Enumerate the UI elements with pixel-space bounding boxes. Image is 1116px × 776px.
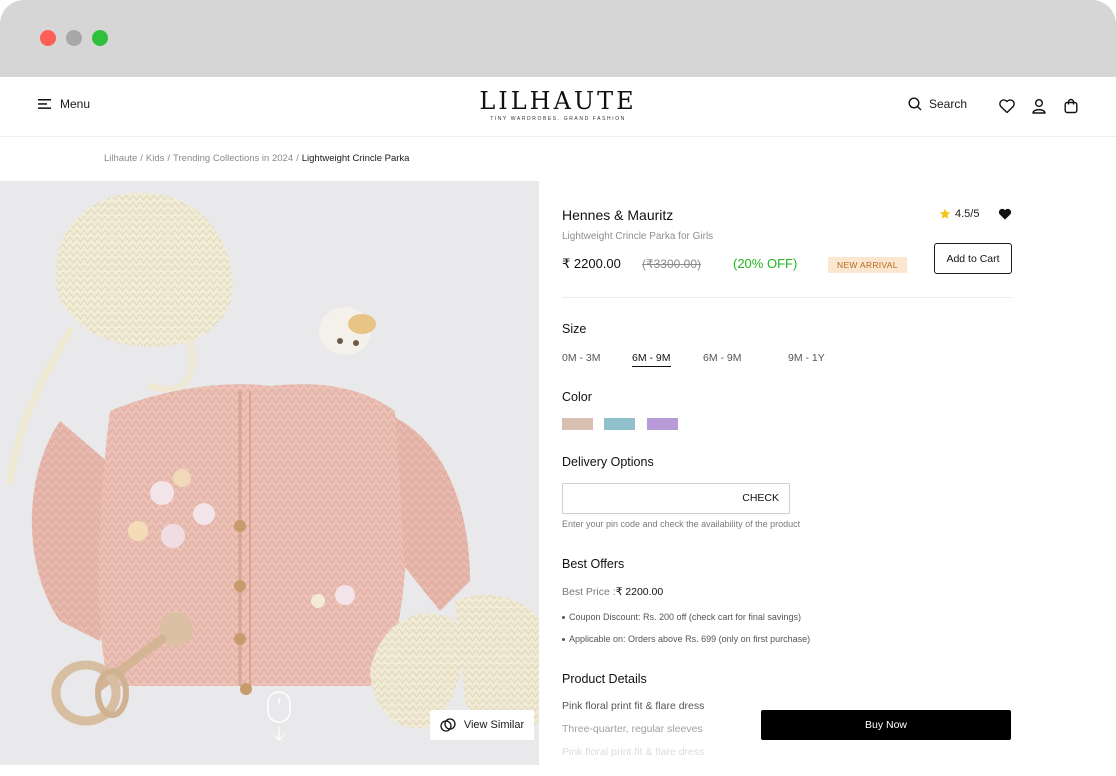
delivery-title: Delivery Options xyxy=(562,455,654,469)
delivery-hint: Enter your pin code and check the availa… xyxy=(562,519,801,529)
search-label: Search xyxy=(929,97,968,111)
logo-wordmark: LILHAUTE xyxy=(479,87,637,115)
heart-icon[interactable] xyxy=(998,97,1016,115)
product-detail-line: Pink floral print fit & flare dress xyxy=(562,700,705,712)
size-options: 0M - 3M 6M - 9M 6M - 9M 9M - 1Y xyxy=(562,352,825,368)
product-subtitle: Lightweight Crincle Parka for Girls xyxy=(562,231,714,242)
offer-item: Coupon Discount: Rs. 200 off (check cart… xyxy=(562,612,801,622)
maximize-window-button[interactable] xyxy=(92,30,108,46)
breadcrumb-link[interactable]: Trending Collections in 2024 xyxy=(173,153,293,164)
product-image[interactable]: View Similar xyxy=(0,181,539,765)
menu-button[interactable]: Menu xyxy=(38,97,90,111)
menu-label: Menu xyxy=(60,97,91,111)
view-similar-label: View Similar xyxy=(463,719,525,731)
best-price: Best Price :₹ 2200.00 xyxy=(562,586,663,598)
offer-text: Coupon Discount: Rs. 200 off (check cart… xyxy=(569,612,801,622)
bullet-icon xyxy=(562,616,565,620)
size-option-label: 6M - 9M xyxy=(632,352,671,367)
site-header: Menu LILHAUTE TINY WARDROBES. GRAND FASH… xyxy=(0,77,1116,137)
product-detail-line: Pink floral print fit & flare dress xyxy=(562,746,705,758)
product-rating: 4.5/5 xyxy=(939,208,979,220)
product-brand: Hennes & Mauritz xyxy=(562,207,674,223)
breadcrumb-link[interactable]: Kids xyxy=(146,153,164,164)
mouse-scroll-icon xyxy=(267,691,291,741)
offer-item: Applicable on: Orders above Rs. 699 (onl… xyxy=(562,634,810,644)
logo-tagline: TINY WARDROBES. GRAND FASHION xyxy=(490,116,626,122)
check-pincode-button[interactable]: CHECK xyxy=(742,492,779,504)
product-photo-illustration xyxy=(0,181,539,765)
best-offers-title: Best Offers xyxy=(562,557,625,571)
product-price: ₹ 2200.00 xyxy=(562,256,621,271)
color-title: Color xyxy=(562,390,592,404)
size-option-6m-9m-selected[interactable]: 6M - 9M xyxy=(632,352,703,368)
color-swatch-lavender[interactable] xyxy=(647,418,678,430)
size-option-9m-1y[interactable]: 9M - 1Y xyxy=(788,352,825,368)
user-icon[interactable] xyxy=(1030,97,1048,115)
new-arrival-badge: NEW ARRIVAL xyxy=(828,257,907,273)
divider xyxy=(562,297,1012,298)
scroll-down-hint[interactable] xyxy=(267,691,291,748)
view-similar-icon xyxy=(440,718,456,732)
search-icon xyxy=(908,97,922,111)
breadcrumb-separator: / xyxy=(167,153,171,164)
breadcrumb-link[interactable]: Lilhaute xyxy=(104,153,137,164)
view-similar-button[interactable]: View Similar xyxy=(430,710,534,740)
original-price: (₹3300.00) xyxy=(642,257,702,271)
browser-window: Menu LILHAUTE TINY WARDROBES. GRAND FASH… xyxy=(0,0,1116,776)
best-price-label: Best Price : xyxy=(562,586,616,598)
hamburger-icon xyxy=(38,99,51,109)
discount-label: (20% OFF) xyxy=(733,256,798,271)
close-window-button[interactable] xyxy=(40,30,56,46)
best-price-value: ₹ 2200.00 xyxy=(615,586,664,598)
minimize-window-button[interactable] xyxy=(66,30,82,46)
rating-value: 4.5/5 xyxy=(955,208,980,220)
color-swatch-teal[interactable] xyxy=(604,418,635,430)
pincode-input[interactable] xyxy=(569,489,729,509)
breadcrumb-separator: / xyxy=(140,153,143,164)
offer-text: Applicable on: Orders above Rs. 699 (onl… xyxy=(569,634,811,644)
site-logo[interactable]: LILHAUTE TINY WARDROBES. GRAND FASHION xyxy=(458,87,658,122)
size-title: Size xyxy=(562,322,587,336)
product-details-title: Product Details xyxy=(562,672,647,686)
product-detail-line: Three-quarter, regular sleeves xyxy=(562,723,703,735)
product-details-panel: Hennes & Mauritz Lightweight Crincle Par… xyxy=(562,181,1012,765)
shopping-bag-icon[interactable] xyxy=(1062,97,1080,115)
breadcrumb-current: Lightweight Crincle Parka xyxy=(301,153,410,164)
search-button[interactable]: Search xyxy=(908,97,967,111)
color-swatch-beige[interactable] xyxy=(562,418,593,430)
size-option-0m-3m[interactable]: 0M - 3M xyxy=(562,352,632,368)
add-to-cart-button[interactable]: Add to Cart xyxy=(934,243,1012,274)
breadcrumb-separator: / xyxy=(296,153,299,164)
wishlist-heart-icon[interactable] xyxy=(998,207,1012,221)
size-option-6m-9m[interactable]: 6M - 9M xyxy=(703,352,788,368)
pincode-field: CHECK xyxy=(562,483,790,514)
bullet-icon xyxy=(562,638,565,642)
window-chrome xyxy=(0,0,1116,77)
star-icon xyxy=(939,208,951,219)
buy-now-button[interactable]: Buy Now xyxy=(761,710,1011,740)
breadcrumb: Lilhaute / Kids / Trending Collections in 20… xyxy=(104,153,409,164)
